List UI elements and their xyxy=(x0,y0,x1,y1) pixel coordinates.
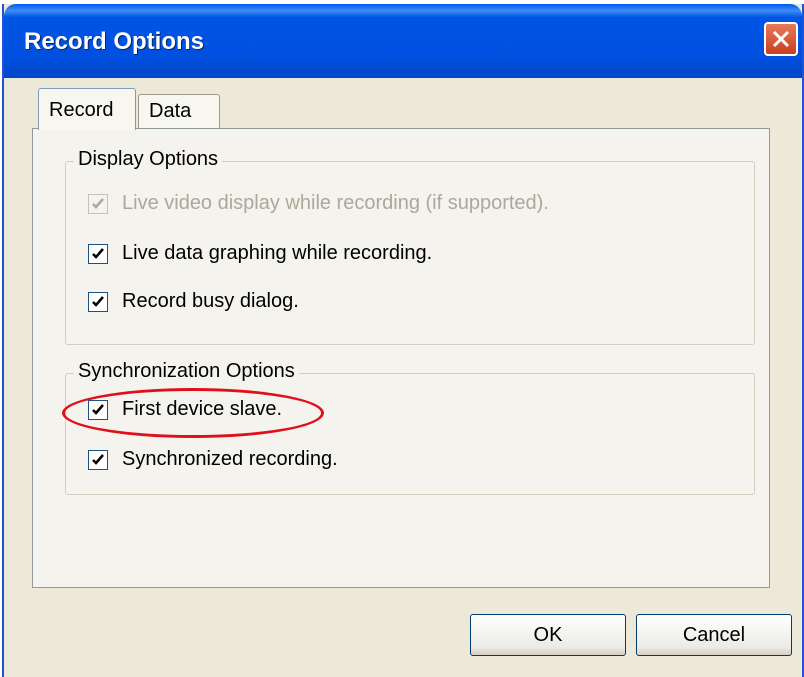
first-device-slave-checkbox[interactable] xyxy=(88,400,108,420)
checkmark-icon xyxy=(92,404,104,415)
tab-record-label: Record xyxy=(49,99,114,121)
checkmark-icon xyxy=(92,198,104,209)
checkmark-icon xyxy=(92,248,104,259)
live-video-display-label: Live video display while recording (if s… xyxy=(122,192,549,214)
window-title: Record Options xyxy=(24,28,205,55)
record-busy-dialog-label: Record busy dialog. xyxy=(122,290,299,312)
record-tab-panel: Display Options Live video display while… xyxy=(32,128,770,588)
tab-data-label: Data xyxy=(149,100,192,122)
synchronization-options-group: Synchronization Options First device sla… xyxy=(65,360,755,495)
record-busy-dialog-checkbox[interactable] xyxy=(88,292,108,312)
live-data-graphing-label: Live data graphing while recording. xyxy=(122,242,433,264)
synchronization-options-legend: Synchronization Options xyxy=(74,360,299,383)
synchronized-recording-label: Synchronized recording. xyxy=(122,448,338,470)
checkmark-icon xyxy=(92,454,104,465)
close-button[interactable] xyxy=(764,22,798,56)
live-data-graphing-checkbox[interactable] xyxy=(88,244,108,264)
tab-data[interactable]: Data xyxy=(138,94,220,128)
live-video-display-checkbox[interactable] xyxy=(88,194,108,214)
display-options-group: Display Options Live video display while… xyxy=(65,148,755,345)
display-options-legend: Display Options xyxy=(74,148,223,171)
checkmark-icon xyxy=(92,296,104,307)
ok-button[interactable]: OK xyxy=(470,614,626,656)
close-icon xyxy=(772,30,790,48)
cancel-button[interactable]: Cancel xyxy=(636,614,792,656)
first-device-slave-label: First device slave. xyxy=(122,398,283,420)
title-bar[interactable]: Record Options xyxy=(4,4,802,78)
tab-record[interactable]: Record xyxy=(38,88,136,130)
synchronized-recording-checkbox[interactable] xyxy=(88,450,108,470)
